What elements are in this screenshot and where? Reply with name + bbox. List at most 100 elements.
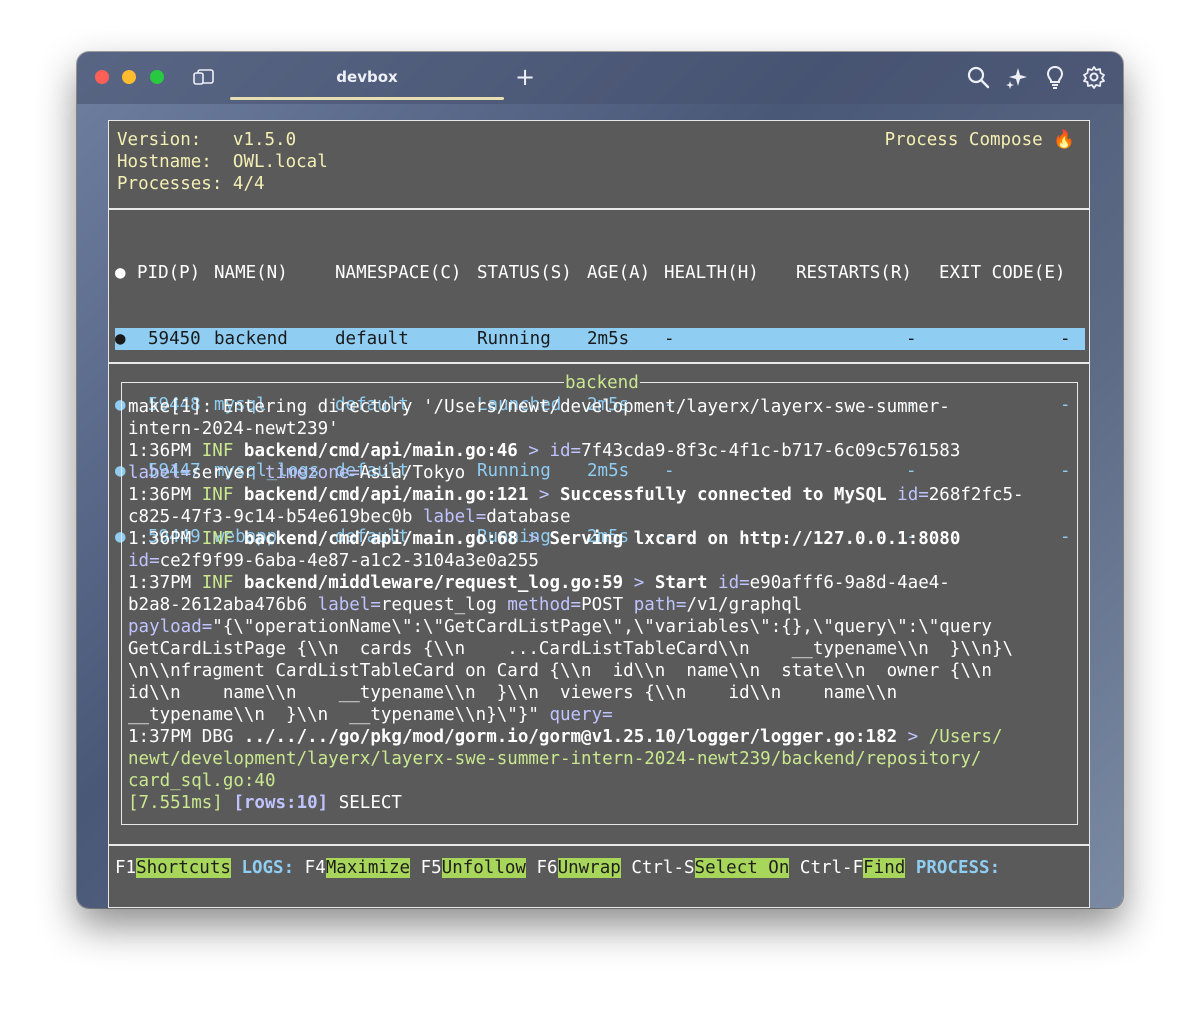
log-key: label=: [423, 507, 487, 527]
log-path: newt/development/layerx/layerx-swe-summe…: [128, 749, 982, 769]
log-value: database: [486, 507, 571, 527]
log-lines[interactable]: make[1]: Entering directory '/Users/newt…: [128, 396, 1068, 814]
log-message: Start: [654, 573, 719, 593]
log-sql: SELECT: [328, 793, 402, 813]
log-key: id=: [549, 441, 582, 461]
log-key: method=: [507, 595, 582, 615]
log-time: 1:37PM: [128, 573, 202, 593]
maximize-button[interactable]: Maximize: [325, 858, 411, 878]
log-path: /Users/: [928, 727, 1003, 747]
row-exit-code: -: [1060, 329, 1071, 349]
tab-devbox[interactable]: devbox: [230, 52, 504, 102]
log-line: GetCardListPage {\\n cards {\\n ...CardL…: [128, 639, 1014, 659]
key-f4: F4: [304, 858, 326, 878]
column-age[interactable]: AGE(A): [587, 262, 650, 284]
log-source: ../../../go/pkg/mod/gorm.io/gorm@v1.25.1…: [233, 727, 898, 747]
column-restarts[interactable]: RESTARTS(R): [796, 262, 912, 284]
log-line: \n\\nfragment CardListTableCard on Card …: [128, 661, 992, 681]
log-level: DBG: [201, 727, 234, 747]
unwrap-button[interactable]: Unwrap: [557, 858, 621, 878]
header-info: Version: v1.5.0 Hostname: OWL.local Proc…: [117, 129, 328, 195]
log-arrow: >: [528, 485, 560, 505]
log-value: POST: [581, 595, 634, 615]
minimize-button[interactable]: [122, 70, 136, 84]
column-status[interactable]: STATUS(S): [477, 262, 572, 284]
search-icon[interactable]: [966, 65, 990, 89]
log-time: 1:36PM: [128, 485, 202, 505]
log-viewer[interactable]: backend make[1]: Entering directory '/Us…: [121, 372, 1078, 825]
close-button[interactable]: [95, 70, 109, 84]
lightbulb-icon[interactable]: [1043, 65, 1067, 89]
log-key: path=: [633, 595, 687, 615]
shortcuts-button[interactable]: Shortcuts: [136, 858, 231, 878]
log-key: id=: [128, 551, 160, 571]
log-value: request_log: [380, 595, 508, 615]
key-f6: F6: [525, 858, 558, 878]
row-namespace: default: [335, 329, 409, 349]
column-name[interactable]: NAME(N): [214, 262, 288, 284]
log-value: /v1/graphql: [686, 595, 803, 615]
log-rows: [rows:10]: [233, 793, 329, 813]
status-dot-header: ●: [115, 263, 126, 283]
select-on-button[interactable]: Select On: [694, 858, 790, 878]
log-value: ce2f9f99-6aba-4e87-a1c2-3104a3e0a255: [159, 551, 539, 571]
log-path: card_sql.go:40: [128, 771, 276, 791]
table-row-backend[interactable]: ● 59450 backend default Running 2m5s - -…: [115, 328, 1085, 350]
terminal-window: devbox + Version: v1.5.0 Hostname: OWL.l…: [77, 52, 1123, 908]
log-arrow: >: [623, 573, 655, 593]
log-time: 1:37PM: [128, 727, 202, 747]
column-health[interactable]: HEALTH(H): [664, 262, 759, 284]
hostname-label: Hostname:: [117, 152, 212, 172]
key-ctrl-f: Ctrl-F: [789, 858, 864, 878]
log-key: payload=: [128, 617, 213, 637]
row-pid: 59450: [148, 329, 201, 349]
processes-label: Processes:: [117, 174, 223, 194]
plus-icon[interactable]: +: [513, 64, 537, 90]
hostname-value: OWL.local: [232, 152, 328, 172]
row-age: 2m5s: [587, 329, 630, 349]
sidebar-icon[interactable]: [193, 68, 215, 86]
log-value: e90afff6-9a8d-4ae4-: [749, 573, 950, 593]
process-label: PROCESS:: [905, 858, 1001, 878]
log-arrow: >: [517, 441, 550, 461]
log-key: label=: [317, 595, 381, 615]
log-source: backend/cmd/api/main.go:68: [233, 529, 518, 549]
log-key: query=: [549, 705, 613, 725]
log-value: c825-47f3-9c14-b54e619bec0b: [128, 507, 424, 527]
column-pid[interactable]: PID(P): [137, 262, 200, 284]
row-name: backend: [214, 329, 288, 349]
log-key: label=: [128, 463, 192, 483]
log-key: id=: [897, 485, 929, 505]
sparkle-icon[interactable]: [1005, 65, 1029, 89]
key-f1: F1: [115, 858, 137, 878]
shortcut-bar: F1Shortcuts LOGS: F4Maximize F5Unfollow …: [115, 857, 1000, 879]
log-value: __typename\\n }\\n __typename\\n}\"}": [128, 705, 550, 725]
log-line: id\\n name\\n __typename\\n }\\n viewers…: [128, 683, 898, 703]
log-time: 1:36PM: [128, 529, 202, 549]
column-namespace[interactable]: NAMESPACE(C): [335, 262, 461, 284]
log-value: 268f2fc5-: [928, 485, 1024, 505]
log-level: INF: [201, 573, 234, 593]
log-message: Serving lxcard on http://127.0.0.1:8080: [549, 529, 961, 549]
row-health: -: [664, 329, 675, 349]
terminal-area[interactable]: Version: v1.5.0 Hostname: OWL.local Proc…: [108, 120, 1090, 908]
zoom-button[interactable]: [150, 70, 164, 84]
version-value: v1.5.0: [232, 130, 297, 150]
key-f5: F5: [410, 858, 442, 878]
log-level: INF: [201, 441, 234, 461]
log-source: backend/middleware/request_log.go:59: [233, 573, 624, 593]
log-value: 7f43cda9-8f3c-4f1c-b717-6c09c5761583: [581, 441, 961, 461]
log-key: timezone=: [264, 463, 360, 483]
log-arrow: >: [517, 529, 550, 549]
processes-value: 4/4: [232, 174, 265, 194]
logs-label: LOGS:: [230, 858, 305, 878]
title-bar: devbox +: [77, 52, 1123, 104]
column-exit-code[interactable]: EXIT CODE(E): [939, 262, 1065, 284]
log-time: 1:36PM: [128, 441, 202, 461]
gear-icon[interactable]: [1082, 65, 1106, 89]
unfollow-button[interactable]: Unfollow: [441, 858, 526, 878]
row-restarts: -: [906, 329, 917, 349]
brand-title: Process Compose 🔥: [884, 130, 1075, 150]
find-button[interactable]: Find: [863, 858, 906, 878]
log-source: backend/cmd/api/main.go:121: [233, 485, 529, 505]
